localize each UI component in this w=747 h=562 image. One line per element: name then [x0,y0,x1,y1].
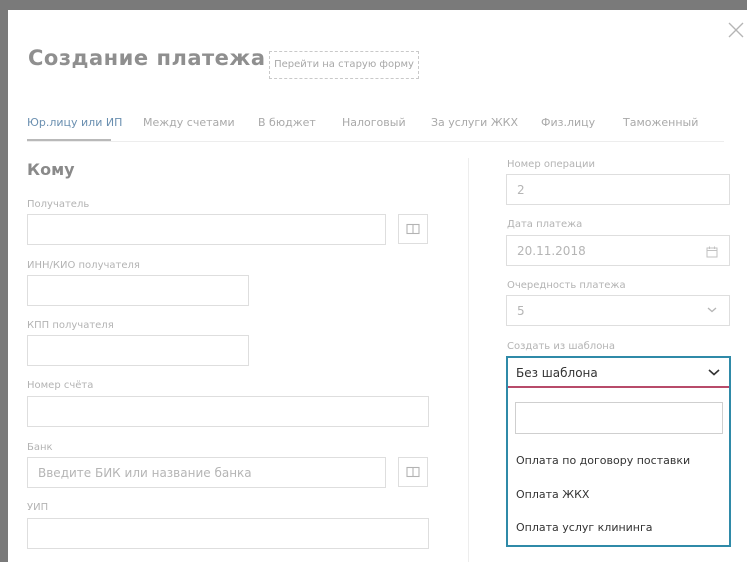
account-label: Номер счёта [27,380,94,391]
payment-date-input[interactable]: 20.11.2018 [506,235,730,266]
template-option[interactable]: Оплата ЖКХ [516,488,589,501]
recipient-directory-button[interactable] [398,214,428,244]
priority-select[interactable]: 5 [506,295,730,326]
tab-between-accounts[interactable]: Между счетами [143,116,235,129]
tab-tax[interactable]: Налоговый [342,116,406,129]
calendar-button[interactable] [706,243,718,262]
priority-label: Очередность платежа [507,280,626,291]
close-icon [728,22,744,38]
uip-label: УИП [27,502,49,513]
tab-legal-entity[interactable]: Юр.лицу или ИП [27,116,122,129]
template-label: Создать из шаблона [507,341,615,352]
column-divider [468,158,469,562]
template-select[interactable]: Без шаблона [508,358,729,388]
template-option[interactable]: Оплата по договору поставки [516,454,690,467]
kpp-input[interactable] [27,335,249,366]
operation-number-label: Номер операции [507,159,595,170]
old-form-button[interactable]: Перейти на старую форму [269,51,419,79]
calendar-icon [706,246,718,258]
account-input[interactable] [27,396,429,427]
bank-directory-button[interactable] [398,457,428,487]
window-frame-left [0,10,8,562]
tab-individual[interactable]: Физ.лицу [541,116,595,129]
bank-label: Банк [27,442,53,453]
tab-utilities[interactable]: За услуги ЖКХ [431,116,518,129]
close-button[interactable] [726,20,746,40]
payment-date-label: Дата платежа [507,219,583,230]
section-title-recipient: Кому [27,160,75,179]
tabs-divider [27,141,724,142]
bank-input[interactable]: Введите БИК или название банка [27,457,386,488]
window-frame-top [0,0,747,10]
book-icon [406,466,420,478]
page-title: Создание платежа [28,46,266,70]
template-dropdown[interactable]: Без шаблона Оплата по договору поставки … [506,356,731,547]
inn-input[interactable] [27,275,249,306]
chevron-down-icon [707,307,717,313]
operation-number-input[interactable]: 2 [506,174,730,205]
tab-budget[interactable]: В бюджет [258,116,316,129]
tab-customs[interactable]: Таможенный [623,116,698,129]
template-option[interactable]: Оплата услуг клининга [516,521,653,534]
inn-label: ИНН/КИО получателя [27,260,140,271]
book-icon [406,223,420,235]
chevron-down-icon[interactable] [707,368,721,377]
recipient-label: Получатель [27,199,90,210]
active-tab-indicator [27,139,111,141]
kpp-label: КПП получателя [27,320,114,331]
recipient-input[interactable] [27,214,386,245]
uip-input[interactable] [27,518,429,549]
template-selected-value: Без шаблона [516,366,598,380]
template-search-input[interactable] [515,402,723,434]
